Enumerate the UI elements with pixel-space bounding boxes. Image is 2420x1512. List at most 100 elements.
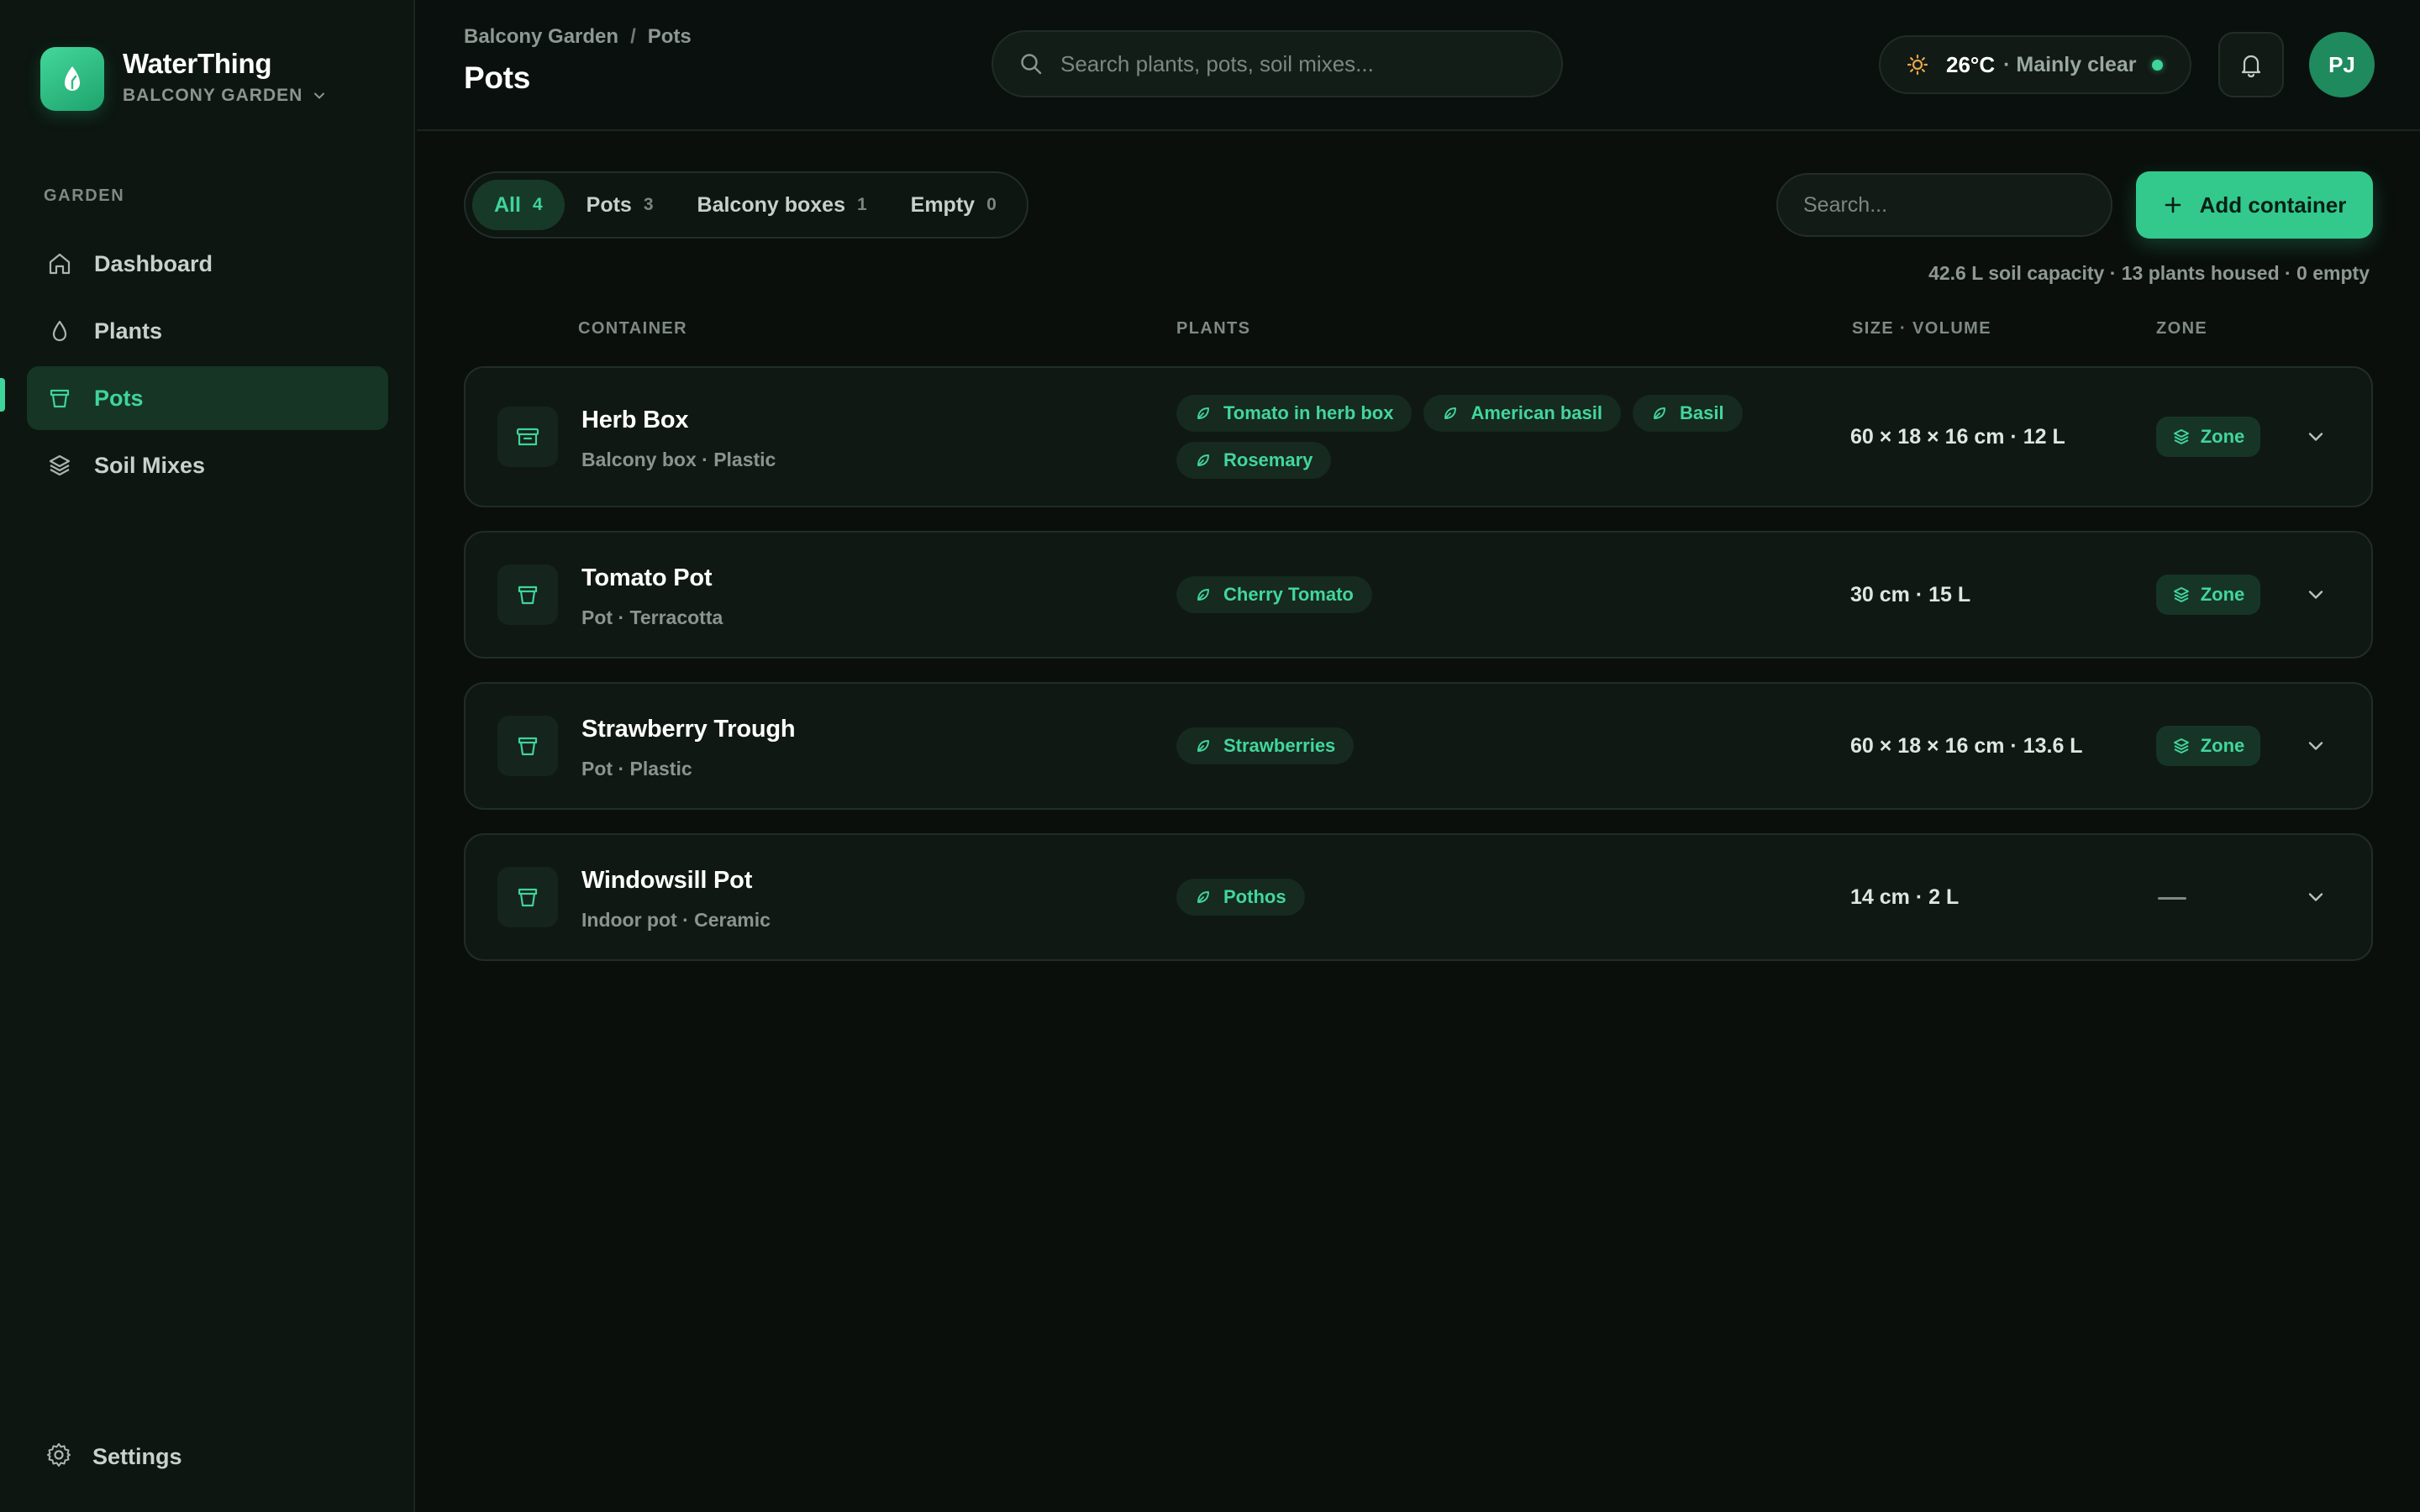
leaf-logo-icon — [40, 47, 104, 111]
chevron-down-icon — [2308, 742, 2323, 750]
plant-chip[interactable]: Tomato in herb box — [1176, 395, 1413, 432]
plant-chip-label: Cherry Tomato — [1223, 584, 1354, 605]
settings-label: Settings — [92, 1443, 182, 1469]
drop-icon — [45, 317, 74, 345]
expand-row-button[interactable] — [2296, 877, 2336, 917]
add-container-label: Add container — [2199, 192, 2347, 218]
expand-row-button[interactable] — [2296, 417, 2336, 457]
breadcrumb-item-pots: Pots — [647, 25, 692, 48]
container-name: Windowsill Pot — [581, 867, 753, 894]
plant-chip-label: American basil — [1470, 402, 1602, 423]
sidebar-item-plants[interactable]: Plants — [27, 299, 388, 363]
weather-condition: · Mainly clear — [2003, 52, 2137, 76]
sidebar-item-dashboard[interactable]: Dashboard — [27, 232, 388, 296]
layers-icon — [2173, 587, 2189, 602]
sidebar: WaterThing BALCONY GARDEN GARDEN Dashboa — [0, 0, 415, 1512]
home-icon — [45, 249, 74, 278]
chevron-down-icon — [2308, 433, 2323, 441]
leaf-icon — [1197, 454, 1209, 466]
plant-chip[interactable]: Pothos — [1176, 879, 1305, 916]
pot-icon — [497, 716, 558, 776]
container-row-tomato-pot[interactable]: Tomato Pot Pot · Terracotta Cherry Tomat… — [464, 531, 2373, 659]
page-title: Pots — [464, 60, 530, 95]
plant-chip[interactable]: Rosemary — [1176, 442, 1332, 479]
global-search-input[interactable] — [1060, 50, 1531, 77]
container-size-volume: 60 × 18 × 16 cm · 12 L — [1850, 425, 2065, 449]
add-container-button[interactable]: Add container — [2136, 171, 2373, 239]
user-avatar[interactable]: PJ — [2309, 32, 2375, 97]
container-size-volume: 30 cm · 15 L — [1850, 583, 1971, 606]
sidebar-item-settings[interactable]: Settings — [27, 1425, 388, 1488]
expand-row-button[interactable] — [2296, 575, 2336, 615]
bell-icon — [2241, 55, 2261, 78]
container-search-input[interactable] — [1803, 192, 2089, 218]
garden-switcher[interactable]: BALCONY GARDEN — [123, 86, 326, 106]
filter-tab-balcony-boxes[interactable]: Balcony boxes 1 — [676, 180, 889, 230]
container-row-strawberry-trough[interactable]: Strawberry Trough Pot · Plastic Strawber… — [464, 682, 2373, 810]
zone-empty-dash — [2158, 897, 2186, 900]
layers-icon — [45, 451, 74, 480]
column-header-size[interactable]: SIZE · VOLUME — [1852, 319, 1991, 339]
chevron-down-icon — [2308, 591, 2323, 599]
leaf-icon — [1197, 891, 1209, 903]
column-header-container[interactable]: CONTAINER — [578, 319, 687, 339]
plant-chip-label: Basil — [1680, 402, 1724, 423]
container-search-bar[interactable] — [1776, 173, 2112, 237]
leaf-icon — [1444, 407, 1457, 419]
container-filter-tabs: All 4 Pots 3 Balcony boxes 1 Empty 0 — [464, 171, 1028, 239]
plus-icon — [2165, 197, 2181, 213]
plant-chip-label: Tomato in herb box — [1223, 402, 1394, 423]
sidebar-item-label: Pots — [94, 385, 144, 411]
sidebar-item-soil-mixes[interactable]: Soil Mixes — [27, 433, 388, 497]
nav-active-indicator — [0, 378, 5, 412]
filter-tab-label: Pots — [586, 192, 632, 217]
zone-badge-label: Zone — [2200, 426, 2245, 447]
sidebar-item-pots[interactable]: Pots — [27, 366, 388, 430]
zone-badge[interactable]: Zone — [2156, 575, 2260, 615]
global-search-bar[interactable] — [992, 30, 1563, 97]
zone-badge-label: Zone — [2200, 584, 2245, 605]
container-type-material: Pot · Plastic — [581, 758, 692, 780]
filter-tab-empty[interactable]: Empty 0 — [889, 180, 1018, 230]
filter-tab-pots[interactable]: Pots 3 — [565, 180, 676, 230]
zone-badge[interactable]: Zone — [2156, 417, 2260, 457]
container-row-windowsill-pot[interactable]: Windowsill Pot Indoor pot · Ceramic Poth… — [464, 833, 2373, 961]
filter-tab-count: 0 — [986, 195, 997, 214]
column-header-plants[interactable]: PLANTS — [1176, 319, 1250, 339]
plant-chip[interactable]: Cherry Tomato — [1176, 576, 1372, 613]
column-header-zone[interactable]: ZONE — [2156, 319, 2207, 339]
pot-icon — [497, 867, 558, 927]
container-row-herb-box[interactable]: Herb Box Balcony box · Plastic Tomato in… — [464, 366, 2373, 507]
container-name: Herb Box — [581, 407, 689, 433]
plant-chip-list: Pothos — [1176, 879, 1781, 916]
sidebar-item-label: Dashboard — [94, 250, 213, 276]
app-window: WaterThing BALCONY GARDEN GARDEN Dashboa — [0, 0, 2420, 1512]
topbar: Balcony Garden / Pots Pots 26°C · Mainly… — [417, 0, 2420, 131]
plant-chip-list: Tomato in herb box American basil Basil … — [1176, 395, 1781, 479]
plant-chip[interactable]: Strawberries — [1176, 727, 1355, 764]
container-list: Herb Box Balcony box · Plastic Tomato in… — [464, 366, 2373, 984]
brand[interactable]: WaterThing BALCONY GARDEN — [40, 47, 326, 111]
filter-tab-count: 4 — [532, 195, 543, 214]
container-size-volume: 60 × 18 × 16 cm · 13.6 L — [1850, 734, 2083, 758]
filter-tab-label: All — [494, 192, 521, 217]
plant-chip-label: Pothos — [1223, 886, 1286, 907]
plant-chip[interactable]: Basil — [1633, 395, 1743, 432]
sidebar-item-label: Plants — [94, 318, 163, 344]
breadcrumb-item-garden[interactable]: Balcony Garden — [464, 25, 618, 49]
sidebar-nav: Dashboard Plants Pots Soil Mixes — [27, 232, 388, 501]
pot-icon — [497, 564, 558, 625]
plant-chip[interactable]: American basil — [1423, 395, 1621, 432]
pot-icon — [45, 384, 74, 412]
container-name: Tomato Pot — [581, 564, 713, 591]
expand-row-button[interactable] — [2296, 726, 2336, 766]
table-header: CONTAINER PLANTS SIZE · VOLUME ZONE — [464, 319, 2373, 344]
chevron-down-icon — [314, 92, 325, 99]
container-type-material: Pot · Terracotta — [581, 606, 723, 628]
filter-tab-all[interactable]: All 4 — [472, 180, 565, 230]
zone-badge[interactable]: Zone — [2156, 726, 2260, 766]
container-size-volume: 14 cm · 2 L — [1850, 885, 1960, 909]
notifications-button[interactable] — [2218, 32, 2284, 97]
weather-widget[interactable]: 26°C · Mainly clear — [1879, 35, 2191, 94]
weather-temperature: 26°C — [1946, 51, 1996, 77]
